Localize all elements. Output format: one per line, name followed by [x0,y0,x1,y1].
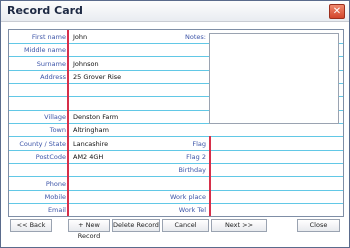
email-label: Email [47,206,66,214]
surname-field[interactable]: Johnson [73,60,99,68]
flag-label: Flag [192,140,206,148]
work-place-field[interactable] [214,193,336,203]
work-tel-field[interactable] [214,206,336,216]
work-place-label: Work place [169,193,206,201]
postcode-label: PostCode [35,153,66,161]
mobile-label: Mobile [44,193,66,201]
county-state-label: County / State [19,140,66,148]
town-label: Town [49,126,66,134]
close-icon[interactable]: ✕ [329,4,345,19]
back-button[interactable]: << Back [10,219,52,232]
record-card-window: Record Card ✕ First name John Middle nam… [0,0,350,248]
town-field[interactable]: Altringham [73,126,109,134]
close-button[interactable]: Close [297,219,340,232]
village-field[interactable]: Denston Farm [73,113,118,121]
address-field[interactable]: 25 Grover Rise [73,73,121,81]
right-column-divider [209,136,211,216]
middle-name-label: Middle name [24,46,66,54]
flag-field[interactable] [214,140,336,150]
delete-record-button[interactable]: Delete Record [112,219,160,232]
birthday-label: Birthday [178,166,206,174]
phone-field[interactable] [73,180,203,190]
phone-label: Phone [45,180,66,188]
village-label: Village [44,113,66,121]
row-divider [9,203,343,204]
notes-label: Notes: [185,33,206,41]
record-form: First name John Middle name Surname John… [8,29,344,217]
cancel-button[interactable]: Cancel [162,219,209,232]
birthday-field[interactable] [214,166,336,176]
address-label: Address [40,73,66,81]
notes-textarea[interactable] [209,33,339,124]
flag2-field[interactable] [214,153,336,163]
address-line-2-field[interactable] [73,86,203,96]
window-title: Record Card [7,4,83,17]
row-divider [9,150,343,151]
first-name-label: First name [31,33,66,41]
next-button[interactable]: Next >> [211,219,267,232]
label-column-divider [67,30,69,216]
title-bar: Record Card ✕ [1,1,349,22]
row-divider [9,163,343,164]
new-record-button[interactable]: + New Record [68,219,110,240]
row-divider [9,136,343,137]
flag2-label: Flag 2 [186,153,206,161]
surname-label: Surname [36,60,66,68]
work-tel-label: Work Tel [178,206,206,214]
row-divider [9,190,343,191]
row-divider [9,176,343,177]
